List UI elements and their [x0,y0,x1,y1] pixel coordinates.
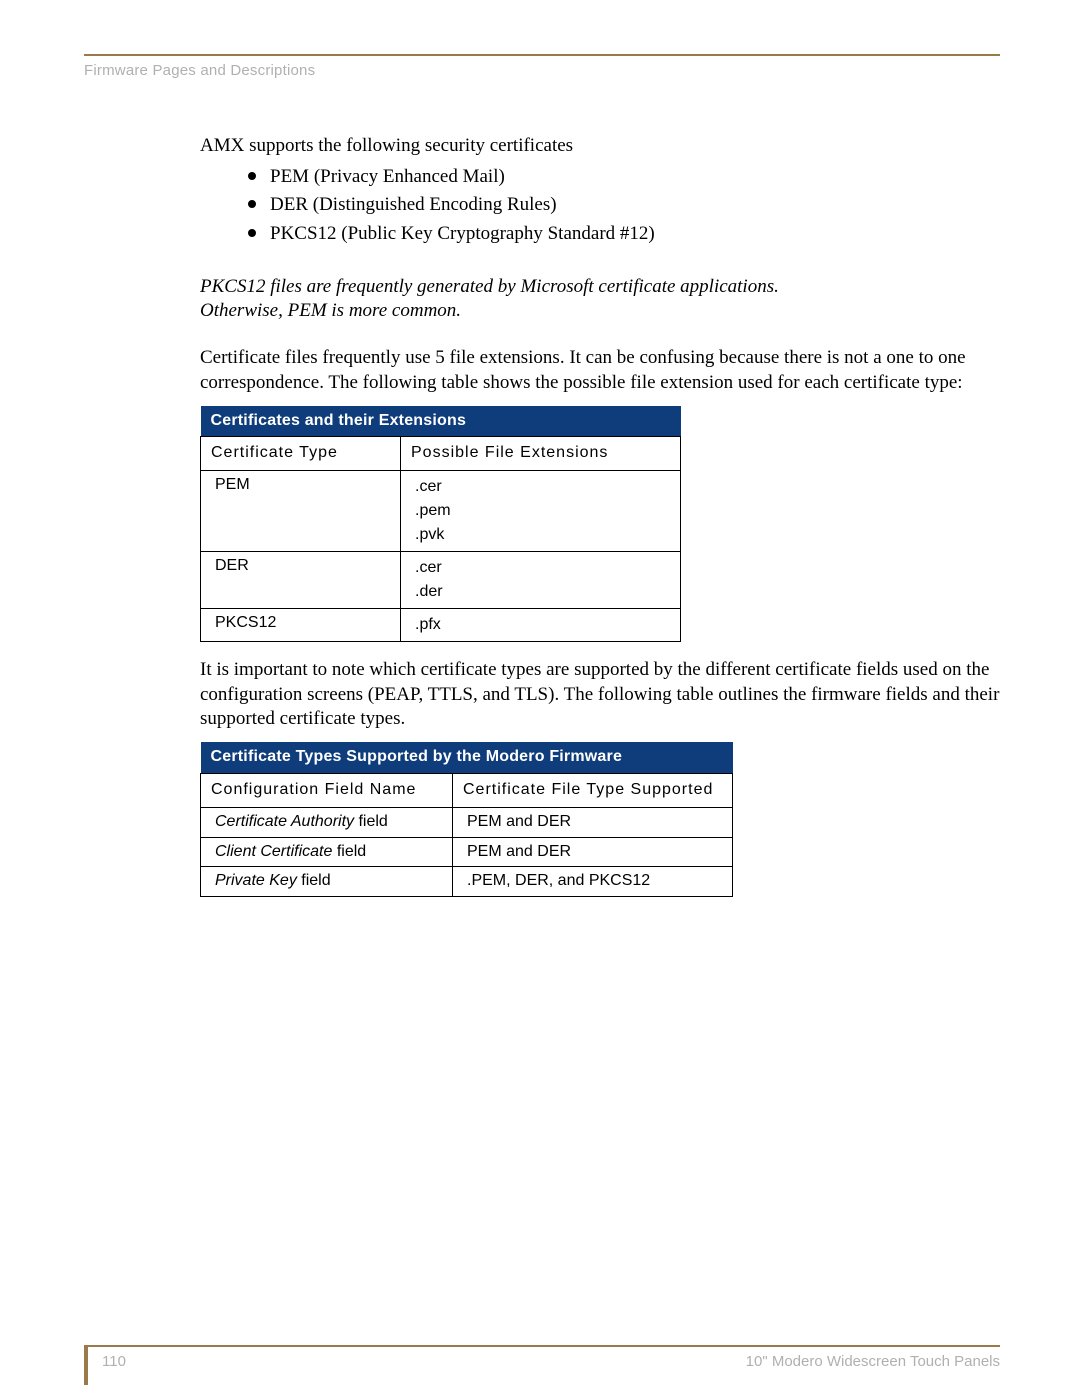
config-field-cell: Private Key field [201,867,453,897]
cert-ext-cell: .cer .pem .pvk [401,471,681,552]
section-header: Firmware Pages and Descriptions [84,62,1000,79]
note-line: PKCS12 files are frequently generated by… [200,275,1000,300]
ext-value: .cer [415,475,670,499]
list-item: DER (Distinguished Encoding Rules) [248,193,1000,218]
certificate-bullet-list: PEM (Privacy Enhanced Mail) DER (Disting… [248,165,1000,247]
note-block: PKCS12 files are frequently generated by… [200,275,1000,324]
certificates-extensions-table: Certificates and their Extensions Certif… [200,406,681,643]
footer-rule [84,1345,1000,1347]
list-item: PEM (Privacy Enhanced Mail) [248,165,1000,190]
column-header: Possible File Extensions [401,437,681,471]
certificate-types-supported-table: Certificate Types Supported by the Moder… [200,742,733,897]
table-row: Private Key field .PEM, DER, and PKCS12 [201,867,733,897]
cert-type-cell: DER [201,552,401,609]
footer-accent-bar [84,1345,88,1385]
supported-cell: .PEM, DER, and PKCS12 [453,867,733,897]
field-name-rest: field [332,843,366,860]
intro-text: AMX supports the following security cert… [200,134,1000,159]
table-row: Client Certificate field PEM and DER [201,837,733,867]
note-line: Otherwise, PEM is more common. [200,299,1000,324]
cert-ext-cell: .pfx [401,609,681,642]
bullet-text: PKCS12 (Public Key Cryptography Standard… [270,223,655,244]
cert-ext-cell: .cer .der [401,552,681,609]
column-header: Certificate File Type Supported [453,773,733,807]
config-field-cell: Certificate Authority field [201,807,453,837]
ext-value: .pvk [415,523,670,547]
bullet-text: DER (Distinguished Encoding Rules) [270,194,557,215]
cert-type-cell: PKCS12 [201,609,401,642]
table-row: DER .cer .der [201,552,681,609]
ext-value: .pfx [415,613,670,637]
table-row: Certificate Authority field PEM and DER [201,807,733,837]
paragraph: It is important to note which certificat… [200,658,1000,732]
field-name-italic: Client Certificate [215,843,332,860]
field-name-italic: Private Key [215,872,297,889]
config-field-cell: Client Certificate field [201,837,453,867]
table-row: PKCS12 .pfx [201,609,681,642]
paragraph: Certificate files frequently use 5 file … [200,346,1000,395]
field-name-rest: field [297,872,331,889]
field-name-italic: Certificate Authority [215,813,354,830]
column-header: Certificate Type [201,437,401,471]
field-name-rest: field [354,813,388,830]
document-page: Firmware Pages and Descriptions AMX supp… [0,0,1080,1397]
supported-cell: PEM and DER [453,807,733,837]
ext-value: .der [415,580,670,604]
ext-value: .cer [415,556,670,580]
table-title: Certificate Types Supported by the Moder… [201,742,733,773]
supported-cell: PEM and DER [453,837,733,867]
column-header: Configuration Field Name [201,773,453,807]
table-row: PEM .cer .pem .pvk [201,471,681,552]
page-footer: 110 10" Modero Widescreen Touch Panels [84,1345,1000,1351]
table-title: Certificates and their Extensions [201,406,681,437]
cert-type-cell: PEM [201,471,401,552]
header-rule [84,54,1000,56]
page-content: AMX supports the following security cert… [200,79,1000,897]
page-number: 110 [102,1353,126,1370]
footer-doc-title: 10" Modero Widescreen Touch Panels [746,1353,1000,1370]
ext-value: .pem [415,499,670,523]
bullet-text: PEM (Privacy Enhanced Mail) [270,166,505,187]
list-item: PKCS12 (Public Key Cryptography Standard… [248,222,1000,247]
